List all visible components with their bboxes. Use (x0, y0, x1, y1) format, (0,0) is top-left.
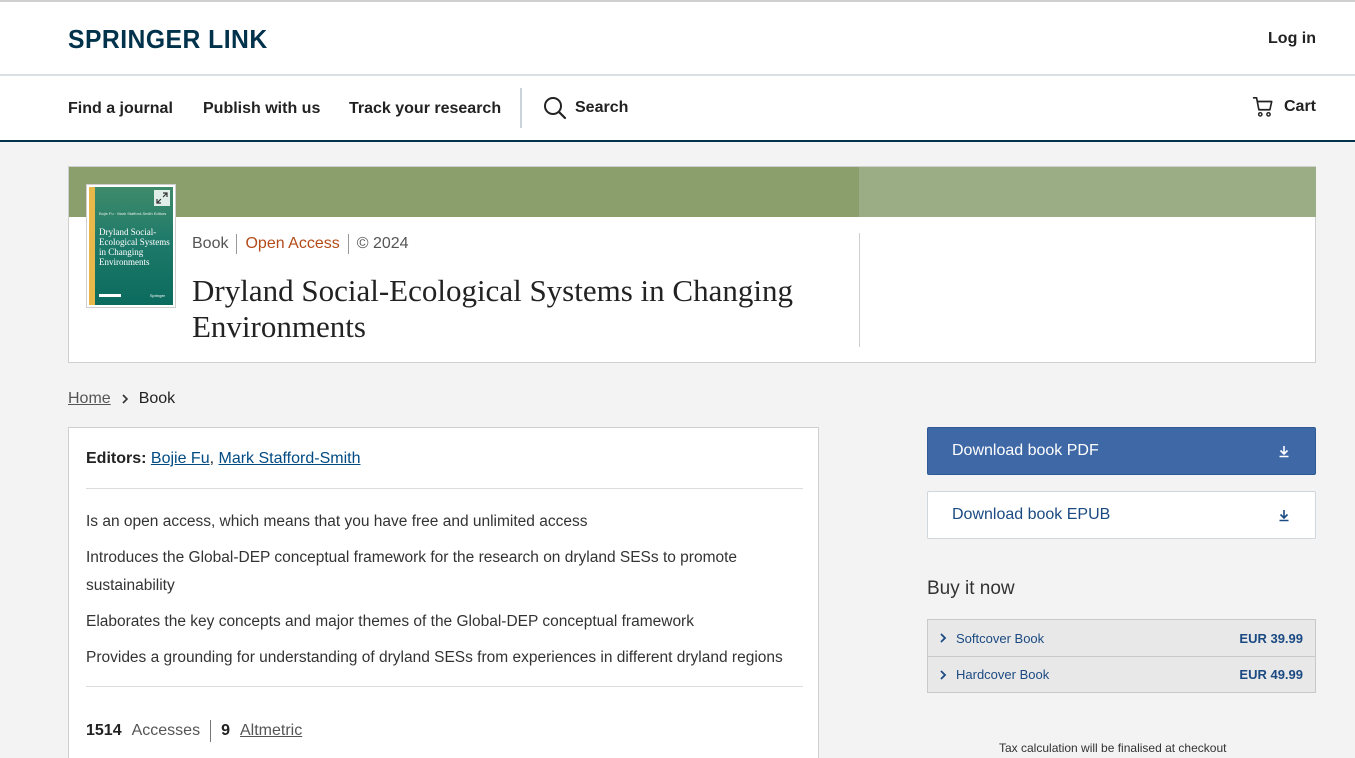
cover-title: Dryland Social-Ecological Systems in Cha… (99, 227, 170, 267)
chevron-right-icon (122, 394, 128, 404)
search-label: Search (575, 99, 629, 116)
chevron-right-icon (940, 669, 947, 680)
editor-link-bojie-fu[interactable]: Bojie Fu (151, 450, 210, 467)
breadcrumb-current: Book (138, 390, 176, 407)
open-access-badge: Open Access (245, 235, 340, 252)
hardcover-option[interactable]: Hardcover Book EUR 49.99 (928, 656, 1315, 692)
accesses-label: Accesses (131, 722, 201, 739)
download-epub-button[interactable]: Download book EPUB (927, 491, 1316, 539)
book-hero: Bojie Fu · Mark Stafford-Smith Editors D… (68, 166, 1316, 363)
hardcover-price: EUR 49.99 (1239, 667, 1303, 682)
download-icon (1279, 510, 1289, 522)
hero-band-right (859, 167, 1316, 217)
cover-bar (99, 294, 121, 297)
softcover-label-group: Softcover Book (938, 631, 1044, 646)
book-meta: Book Open Access © 2024 (192, 234, 409, 254)
softcover-price: EUR 39.99 (1239, 630, 1303, 646)
softcover-option[interactable]: Softcover Book EUR 39.99 (928, 620, 1315, 656)
editors-line: Editors: Bojie Fu, Mark Stafford-Smith (86, 450, 361, 467)
download-icon (1279, 446, 1289, 458)
content-type: Book (192, 235, 229, 252)
book-cover-image: Bojie Fu · Mark Stafford-Smith Editors D… (89, 187, 173, 305)
book-title: Dryland Social-Ecological Systems in Cha… (192, 273, 793, 344)
cover-publisher: Springer (149, 293, 165, 298)
list-item: Elaborates the key concepts and major th… (86, 613, 694, 630)
nav-track-research[interactable]: Track your research (349, 100, 501, 118)
search-icon (544, 97, 567, 120)
expand-icon (156, 192, 168, 204)
metrics-separator (210, 720, 212, 742)
download-epub-label: Download book EPUB (952, 506, 1111, 523)
hero-band (69, 167, 859, 217)
softcover-label: Softcover Book (956, 630, 1045, 646)
cart-label: Cart (1283, 98, 1316, 115)
buy-it-now-heading: Buy it now (927, 578, 1015, 599)
divider (86, 488, 803, 489)
key-points-list: Is an open access, which means that you … (86, 508, 806, 680)
altmetric-count: 9 (221, 722, 230, 739)
meta-separator (236, 234, 238, 254)
list-item: Introduces the Global-DEP conceptual fra… (86, 549, 738, 594)
altmetric-link[interactable]: Altmetric (240, 722, 302, 740)
divider (86, 686, 803, 687)
meta-separator (347, 234, 349, 254)
tax-note: Tax calculation will be finalised at che… (999, 741, 1227, 755)
download-pdf-button[interactable]: Download book PDF (927, 427, 1316, 475)
top-header: SPRINGER LINK Log in (0, 0, 1355, 76)
breadcrumb: Home Book (68, 390, 175, 408)
editor-link-mark-stafford-smith[interactable]: Mark Stafford-Smith (219, 450, 361, 467)
copyright-year: © 2024 (356, 235, 409, 252)
accesses-count: 1514 (86, 722, 122, 739)
cover-strip (89, 187, 95, 305)
nav-divider (520, 88, 522, 128)
list-item: Provides a grounding for understanding o… (86, 649, 783, 666)
download-pdf-label: Download book PDF (952, 442, 1099, 459)
hardcover-label-group: Hardcover Book (938, 667, 1049, 682)
book-details-card: Editors: Bojie Fu, Mark Stafford-Smith I… (68, 427, 819, 758)
book-cover[interactable]: Bojie Fu · Mark Stafford-Smith Editors D… (86, 184, 176, 308)
cart-icon (1252, 97, 1273, 117)
login-link[interactable]: Log in (1268, 30, 1316, 48)
list-item: Is an open access, which means that you … (86, 513, 588, 530)
cart-button[interactable]: Cart (1252, 96, 1316, 118)
nav-publish-with-us[interactable]: Publish with us (203, 100, 320, 118)
chevron-right-icon (940, 633, 947, 643)
springer-link-logo[interactable]: SPRINGER LINK (68, 24, 268, 55)
hardcover-label: Hardcover Book (956, 667, 1050, 682)
purchase-options: Softcover Book EUR 39.99 Hardcover Book … (927, 619, 1316, 693)
main-nav: Find a journal Publish with us Track you… (0, 76, 1355, 142)
editors-label: Editors: (86, 450, 147, 467)
expand-cover-button[interactable] (154, 190, 170, 206)
cover-authors: Bojie Fu · Mark Stafford-Smith Editors (99, 211, 167, 216)
search-button[interactable]: Search (543, 96, 628, 120)
breadcrumb-home[interactable]: Home (68, 390, 111, 408)
nav-find-journal[interactable]: Find a journal (68, 100, 173, 118)
book-metrics: 1514 Accesses 9 Altmetric (86, 720, 302, 742)
hero-divider (859, 233, 860, 347)
